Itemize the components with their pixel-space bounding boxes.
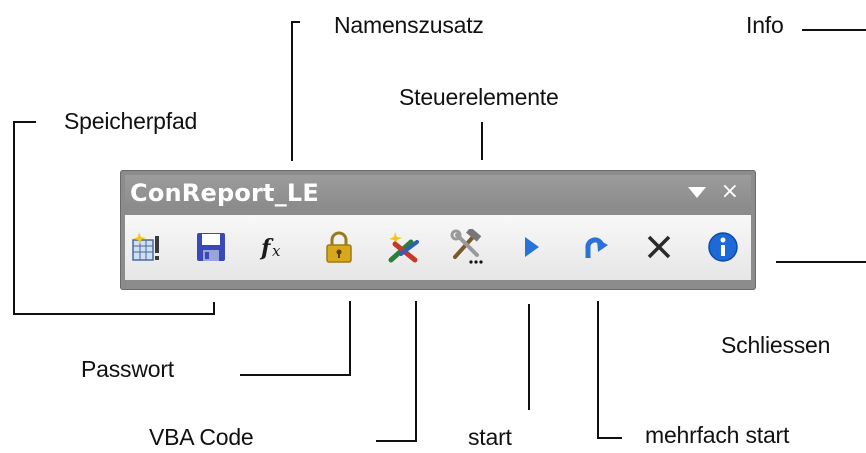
save-button[interactable] <box>191 227 231 267</box>
redo-arrow-icon <box>585 237 608 258</box>
password-button[interactable] <box>319 227 359 267</box>
tools-sparkle-icon <box>388 232 419 263</box>
toolbar-icon-row: f x <box>125 215 751 280</box>
speicherpfad-button[interactable] <box>127 227 167 267</box>
toolbar-titlebar[interactable]: ConReport_LE × <box>125 175 751 210</box>
close-x-icon[interactable]: × <box>721 179 739 204</box>
vba-code-button[interactable] <box>383 227 423 267</box>
fx-icon: f x <box>259 235 281 261</box>
info-circle-icon <box>708 232 738 262</box>
svg-text:x: x <box>272 242 281 260</box>
mehrfach-start-leader <box>597 301 622 439</box>
floppy-disk-icon <box>197 233 225 261</box>
dropdown-triangle-icon[interactable] <box>688 187 706 198</box>
info-button[interactable] <box>703 227 743 267</box>
folder-settings-icon <box>132 232 159 261</box>
steuerelemente-button[interactable] <box>447 227 487 267</box>
speicherpfad-label: Speicherpfad <box>64 108 198 134</box>
info-label: Info <box>746 12 784 38</box>
start-button[interactable] <box>511 227 551 267</box>
hammer-wrench-icon <box>450 229 483 264</box>
vba-code-leader <box>376 301 417 442</box>
padlock-icon <box>326 231 352 263</box>
vba-code-label: VBA Code <box>149 424 254 450</box>
mehrfach-start-label: mehrfach start <box>645 422 790 448</box>
start-label: start <box>468 424 512 450</box>
schliessen-label: Schliessen <box>721 332 831 358</box>
passwort-leader <box>240 301 351 376</box>
mehrfach-start-button[interactable] <box>575 227 615 267</box>
passwort-label: Passwort <box>81 356 174 382</box>
conreport-toolbar: ConReport_LE × f x <box>120 170 756 290</box>
schliessen-button[interactable] <box>639 227 679 267</box>
function-button[interactable]: f x <box>255 227 295 267</box>
namenszusatz-label: Namenszusatz <box>334 12 484 38</box>
steuerelemente-label: Steuerelemente <box>399 84 559 110</box>
namenszusatz-leader <box>291 21 300 161</box>
play-triangle-icon <box>525 237 539 257</box>
black-x-icon <box>647 235 671 259</box>
toolbar-title: ConReport_LE <box>130 179 320 207</box>
